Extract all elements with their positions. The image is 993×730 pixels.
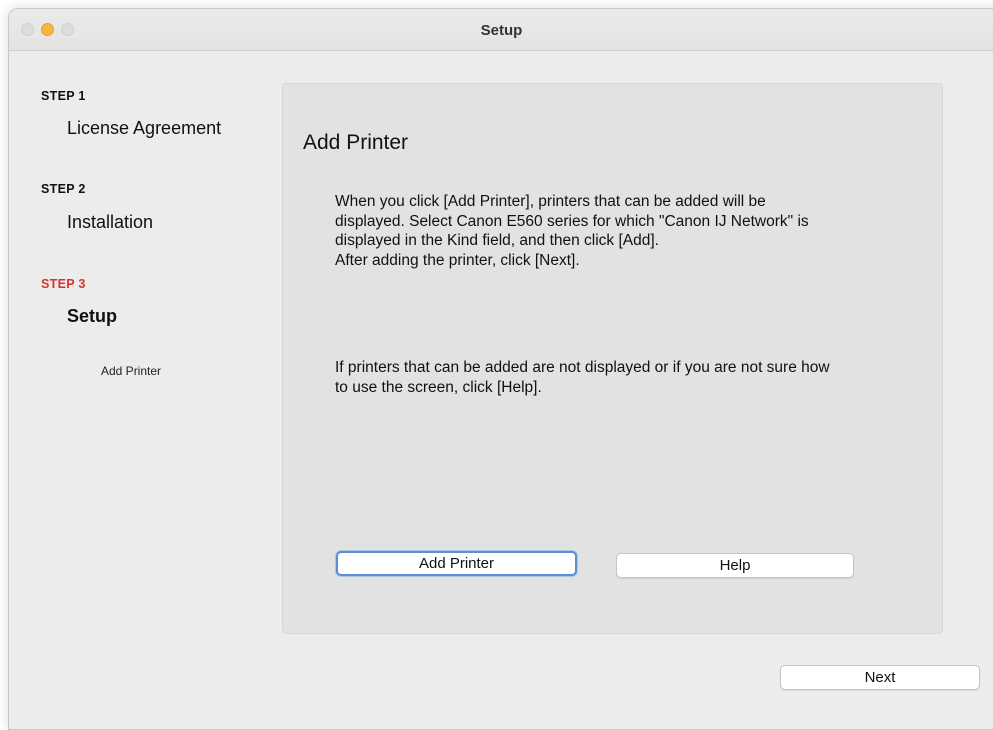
help-button[interactable]: Help [616,553,854,578]
step-3-name: Setup [67,306,118,326]
step-2-label: STEP 2 [41,182,86,196]
help-note-text: If printers that can be added are not di… [335,359,830,396]
step-3-substep: Add Printer [101,364,162,378]
instructions-text: When you click [Add Printer], printers t… [335,193,809,269]
add-printer-button[interactable]: Add Printer [336,551,577,576]
step-3-label: STEP 3 [41,277,86,291]
step-1-label: STEP 1 [41,89,86,103]
next-button[interactable]: Next [780,665,980,690]
step-2-name: Installation [67,212,154,232]
step-1-name: License Agreement [67,118,222,138]
page-title: Add Printer [303,131,409,154]
setup-window: Setup STEP 1 License Agreement STEP 2 In… [8,8,993,730]
content-panel: Add Printer When you click [Add Printer]… [282,83,943,634]
title-bar: Setup [9,9,993,51]
window-title: Setup [480,22,523,39]
